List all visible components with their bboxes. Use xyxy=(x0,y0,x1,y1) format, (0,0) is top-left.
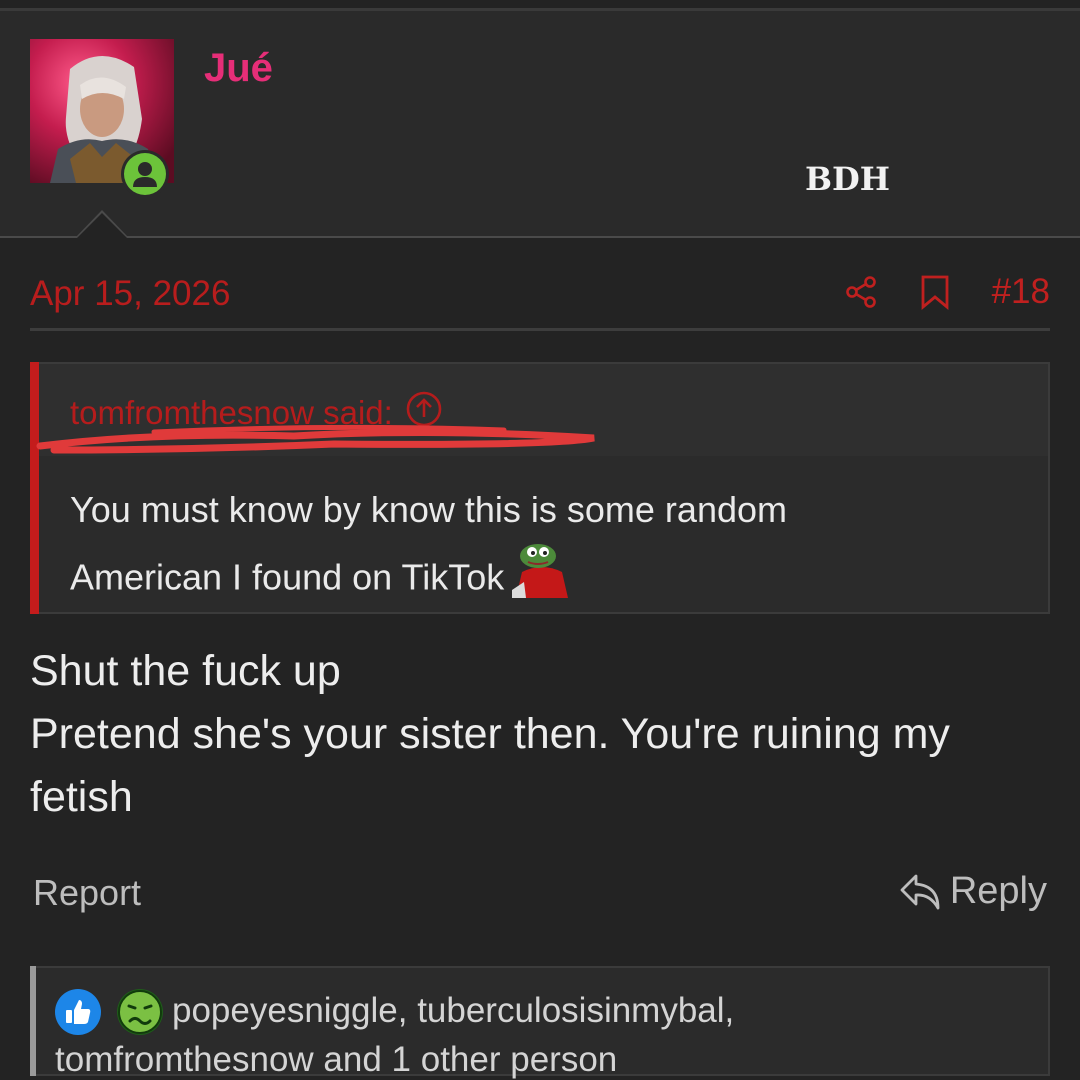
post-number[interactable]: #18 xyxy=(992,272,1050,312)
quote-line: American I found on TikTok xyxy=(70,542,1030,618)
quote-line: You must know by know this is some rando… xyxy=(70,489,787,530)
post-actions: #18 xyxy=(802,272,1050,312)
reaction-icons xyxy=(55,989,179,1035)
quote-accent-bar xyxy=(30,362,39,614)
reply-label: Reply xyxy=(949,870,1047,912)
username[interactable]: Jué xyxy=(204,46,273,91)
user-title: BDH xyxy=(805,160,891,198)
bookmark-icon[interactable] xyxy=(920,274,950,310)
reactions-accent-bar xyxy=(30,966,36,1076)
user-online-icon xyxy=(124,153,166,195)
share-icon[interactable] xyxy=(844,275,878,309)
reaction-users-more[interactable]: tomfromthesnow and 1 other person xyxy=(55,1040,617,1080)
online-status-badge xyxy=(121,150,169,198)
reply-arrow-icon xyxy=(900,874,940,909)
quote-line-text: American I found on TikTok xyxy=(70,556,505,598)
pepe-emoji-icon xyxy=(512,542,570,618)
thumbs-up-icon[interactable] xyxy=(55,989,101,1035)
user-panel-border xyxy=(0,236,1080,238)
message-line: Shut the fuck up xyxy=(30,647,341,695)
quote-text: You must know by know this is some rando… xyxy=(70,478,1030,618)
message-line: Pretend she's your sister then. You're r… xyxy=(30,710,950,758)
post-date[interactable]: Apr 15, 2026 xyxy=(30,274,230,314)
report-button[interactable]: Report xyxy=(33,872,141,914)
post-message: Shut the fuck up Pretend she's your sist… xyxy=(30,640,1050,829)
sick-face-icon[interactable] xyxy=(117,989,163,1035)
red-scribble-annotation xyxy=(36,424,595,454)
reply-button[interactable]: Reply xyxy=(898,870,1047,913)
reaction-users[interactable]: popeyesniggle, tuberculosisinmybal, xyxy=(172,991,734,1031)
post-header-divider xyxy=(30,328,1050,331)
message-line: fetish xyxy=(30,773,133,821)
